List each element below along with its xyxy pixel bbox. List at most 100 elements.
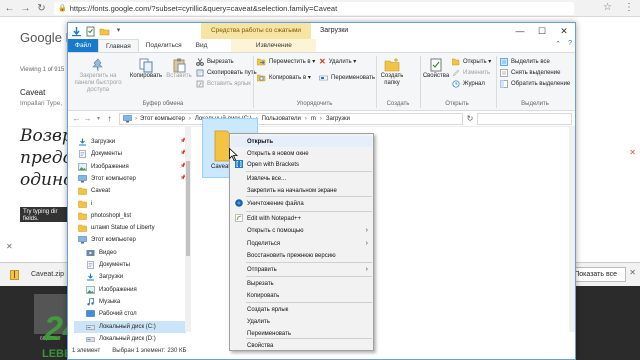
open-button[interactable]: Открыть ▾ [452,57,491,66]
forward-icon[interactable]: → [19,2,32,15]
sidebar-item[interactable]: Музыка [86,296,186,308]
rename-button[interactable]: Переименовать [319,73,375,82]
menu-item[interactable]: Свойства [231,340,372,351]
reload-icon[interactable]: ↻ [35,2,48,15]
pin-quick-access-button[interactable]: Закрепить на панели быстрого доступа [70,57,126,94]
chrome-menu-icon[interactable]: ⋮ [624,2,634,13]
tab-share[interactable]: Поделиться [139,39,189,52]
paste-button[interactable]: Вставить [164,57,194,80]
copy-to-button[interactable]: Копировать в ▾ [257,73,311,82]
select-all-icon [500,57,508,66]
breadcrumb[interactable]: › Этот компьютер › Локальный диск (C:) ›… [119,112,463,125]
recent-locations-icon[interactable]: ▾ [93,115,104,122]
download-folder-icon [86,273,95,281]
folder-icon [78,212,87,220]
copy-button[interactable]: Копировать [128,57,164,80]
new-folder-button[interactable]: Создать папку [378,57,406,87]
sidebar-item[interactable]: Рабочий стол [86,308,186,320]
menu-item[interactable]: Копировать [231,290,372,301]
notepadpp-icon [235,214,243,222]
sidebar-item-label: Изображения [91,163,129,170]
cut-button[interactable]: Вырезать [196,57,234,66]
menu-item[interactable]: Создать ярлык [231,304,372,315]
sidebar-item[interactable]: Документы [86,259,186,271]
breadcrumb-item[interactable]: Пользователи [262,116,301,122]
breadcrumb-item[interactable]: m [311,116,316,122]
help-icon[interactable]: ? [568,40,572,47]
back-arrow-icon[interactable]: ← [71,114,82,123]
font-card-name[interactable]: Caveat [20,88,45,97]
menu-item[interactable]: Edit with Notepad++ [231,213,372,224]
group-open-label: Открыть [445,101,469,107]
content-scrollbar[interactable] [569,127,575,332]
forward-arrow-icon[interactable]: → [82,114,93,123]
drive-icon [86,323,95,331]
sidebar-item[interactable]: Документы [78,148,178,160]
properties-quick-icon[interactable] [85,26,96,37]
close-window-button[interactable]: ✕ [553,23,575,39]
paste-shortcut-label: Вставить ярлык [207,80,251,87]
menu-item[interactable]: Извлечь все... [231,173,372,184]
menu-item[interactable]: Открыть [231,136,372,147]
sidebar-item[interactable]: Локальный диск (D:) [86,333,186,345]
invert-selection-button[interactable]: Обратить выделение [500,79,570,88]
zip-file-icon [10,269,19,280]
menu-item[interactable]: Восстановить прежнюю версию [231,250,372,261]
explorer-app-icon [71,26,82,37]
up-arrow-icon[interactable]: ↑ [104,114,115,123]
paste-shortcut-button[interactable]: Вставить ярлык [196,79,251,88]
properties-button[interactable]: Свойства [422,57,450,80]
close-icon[interactable]: ✕ [6,242,13,251]
sidebar-item[interactable]: Изображения [86,284,186,296]
tab-home[interactable]: Главная [97,39,139,52]
close-download-bar-icon[interactable]: ✕ [629,268,636,277]
new-folder-quick-icon[interactable] [99,26,110,37]
sidebar-item[interactable]: Видео [86,247,186,259]
sidebar-item[interactable]: Caveat [78,185,178,197]
sidebar-item[interactable]: Изображения [78,161,178,173]
back-icon[interactable]: ← [3,2,16,15]
tab-view[interactable]: Вид [189,39,215,52]
ribbon-collapse-icon[interactable]: ⌃ [555,40,561,48]
sidebar-item[interactable]: Этот компьютер [78,234,178,246]
nav-scrollbar-thumb[interactable] [186,161,190,256]
move-to-button[interactable]: Переместить в ▾ [257,57,315,66]
menu-item[interactable]: Вырезать [231,278,372,289]
menu-item[interactable]: Отправить › [231,264,372,275]
sidebar-item[interactable]: Загрузки [86,271,186,283]
menu-item[interactable]: Удалить [231,316,372,327]
brackets-icon [235,160,243,168]
select-all-button[interactable]: Выделить все [500,57,550,66]
breadcrumb-item[interactable]: Этот компьютер [140,116,185,122]
menu-item[interactable]: Open with Brackets [231,159,372,170]
download-file-name[interactable]: Caveat.zip [31,271,64,278]
remove-family-icon[interactable]: ✕ [629,148,636,157]
menu-item[interactable]: Уничтожение файла [231,198,372,209]
bookmark-star-icon[interactable]: ☆ [603,2,612,13]
sidebar-item[interactable]: Локальный диск (C:) [86,321,186,333]
search-input[interactable] [477,112,572,125]
menu-item[interactable]: Переименовать [231,328,372,339]
menu-item[interactable]: Открыть в новом окне [231,148,372,159]
menu-item[interactable]: Поделиться › [231,238,372,249]
sidebar-item[interactable]: штамп Statue of Liberty [78,222,178,234]
copy-path-button[interactable]: Скопировать путь [196,68,257,77]
tab-extract[interactable]: Извлечение [231,39,317,52]
menu-item[interactable]: Открыть с помощью › [231,225,372,236]
edit-button[interactable]: Изменить [452,68,490,77]
sidebar-item[interactable]: i [78,198,178,210]
customize-quick-access-icon[interactable]: ▾ [113,26,124,37]
select-none-button[interactable]: Снять выделение [500,68,560,77]
refresh-icon[interactable]: ↻ [463,114,477,123]
menu-item[interactable]: Закрепить на начальном экране [231,185,372,196]
url-field[interactable]: 🔒 https://fonts.google.com/?subset=cyril… [54,1,574,15]
history-button[interactable]: Журнал [452,79,485,88]
maximize-button[interactable]: ☐ [531,23,553,39]
delete-button[interactable]: ✕ Удалить ▾ [319,57,356,66]
breadcrumb-item[interactable]: Загрузки [326,116,350,122]
sidebar-item[interactable]: photoshopl_list [78,210,178,222]
sidebar-item[interactable]: Этот компьютер [78,173,178,185]
minimize-button[interactable]: — [509,23,531,39]
sidebar-item[interactable]: Загрузки [78,136,178,148]
tab-file[interactable]: Файл [68,39,98,52]
